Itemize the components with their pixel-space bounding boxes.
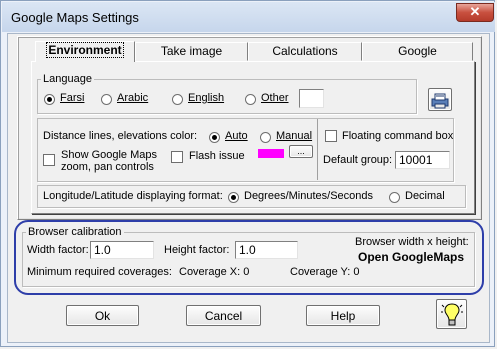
title-bar[interactable]: Google Maps Settings ✕ <box>2 2 495 32</box>
language-legend: Language <box>41 73 94 85</box>
other-language-input[interactable] <box>299 89 324 108</box>
group-divider <box>317 119 318 180</box>
lightbulb-icon <box>440 302 463 325</box>
flash-issue-label: Flash issue <box>189 150 245 162</box>
label-manual: Manual <box>276 130 313 142</box>
tab-take-image-label: Take image <box>160 44 223 58</box>
printer-icon <box>431 93 449 108</box>
close-button[interactable]: ✕ <box>456 3 494 22</box>
floating-command-box-label: Floating command box <box>342 130 454 142</box>
radio-other[interactable] <box>245 94 256 105</box>
ok-button[interactable]: Ok <box>66 305 139 326</box>
tab-calculations[interactable]: Calculations <box>248 42 362 61</box>
label-arabic: Arabic <box>117 92 149 104</box>
height-factor-input[interactable] <box>235 241 298 259</box>
default-group-label: Default group: <box>323 154 393 166</box>
browser-size-label: Browser width x height: <box>355 236 469 248</box>
width-factor-input[interactable] <box>90 241 154 259</box>
show-google-maps-checkbox[interactable] <box>43 154 55 166</box>
label-dms: Degrees/Minutes/Seconds <box>244 190 374 202</box>
coverage-y-value: Coverage Y: 0 <box>290 266 360 278</box>
tab-take-image[interactable]: Take image <box>135 42 248 61</box>
floating-command-box-checkbox[interactable] <box>325 130 337 142</box>
tab-environment-label: Environment <box>46 42 124 58</box>
show-google-maps-label-1: Show Google Maps <box>61 149 157 161</box>
tip-button[interactable] <box>436 299 467 329</box>
pick-color-button[interactable]: ... <box>289 145 313 158</box>
default-group-input[interactable] <box>395 151 450 169</box>
window-title: Google Maps Settings <box>11 10 139 25</box>
close-icon: ✕ <box>469 4 481 19</box>
tab-google[interactable]: Google <box>362 42 473 61</box>
label-decimal: Decimal <box>405 190 445 202</box>
label-other: Other <box>261 92 289 104</box>
help-button[interactable]: Help <box>306 305 380 326</box>
line-color-swatch[interactable] <box>258 149 284 158</box>
tab-google-label: Google <box>398 44 437 58</box>
coordinate-format-label: Longitude/Latitude displaying format: <box>43 190 223 202</box>
minimum-coverages-label: Minimum required coverages: <box>27 266 172 278</box>
radio-auto[interactable] <box>209 132 220 143</box>
flash-issue-checkbox[interactable] <box>171 151 183 163</box>
radio-dms[interactable] <box>228 192 239 203</box>
radio-decimal[interactable] <box>389 192 400 203</box>
tab-calculations-label: Calculations <box>272 44 338 58</box>
radio-manual[interactable] <box>260 132 271 143</box>
width-factor-label: Width factor: <box>27 244 89 256</box>
radio-english[interactable] <box>172 94 183 105</box>
language-group <box>37 79 417 114</box>
label-auto: Auto <box>225 130 248 142</box>
cancel-button[interactable]: Cancel <box>186 305 261 326</box>
label-english: English <box>188 92 225 104</box>
radio-farsi[interactable] <box>44 94 55 105</box>
label-farsi: Farsi <box>60 92 85 104</box>
show-google-maps-label-2: zoom, pan controls <box>61 161 154 173</box>
settings-tool-button[interactable] <box>428 88 452 111</box>
radio-arabic[interactable] <box>101 94 112 105</box>
distance-color-label: Distance lines, elevations color: <box>43 130 198 142</box>
coverage-x-value: Coverage X: 0 <box>179 266 250 278</box>
open-googlemaps-link[interactable]: Open GoogleMaps <box>358 250 464 264</box>
tab-environment[interactable]: Environment <box>35 41 135 62</box>
height-factor-label: Height factor: <box>164 244 230 256</box>
